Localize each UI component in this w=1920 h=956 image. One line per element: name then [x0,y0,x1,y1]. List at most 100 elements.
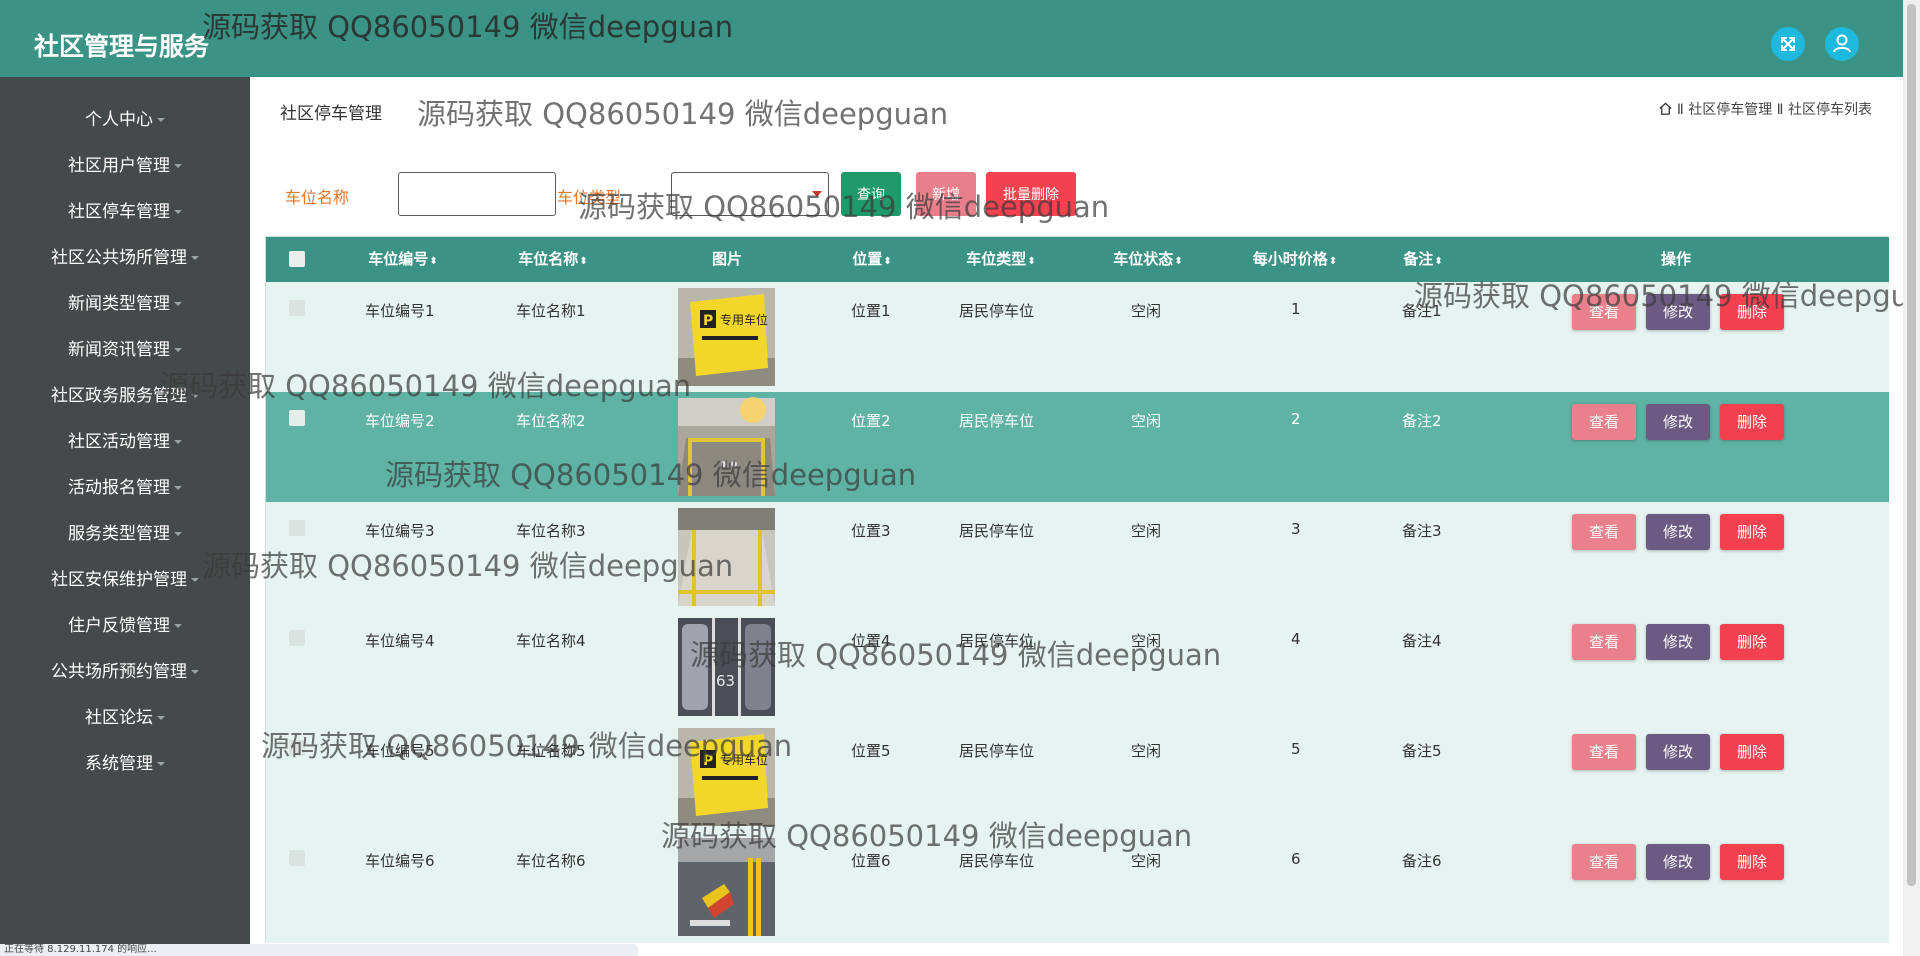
cell-note: 备注5 [1402,742,1442,760]
watermark-text: 源码获取 QQ86050149 微信deepguan [202,10,734,44]
edit-button[interactable]: 修改 [1646,624,1710,660]
home-icon[interactable] [1658,101,1673,116]
cell-status: 空闲 [1131,522,1162,540]
sort-icon: ⬍ [1027,256,1036,267]
sidebar-item-public-places[interactable]: 社区公共场所管理 [0,241,250,275]
type-label: 车位类型 [557,188,622,207]
sidebar-item-activities[interactable]: 社区活动管理 [0,425,250,459]
col-type[interactable]: 车位类型⬍ [966,237,1035,282]
view-button[interactable]: 查看 [1572,404,1636,440]
edit-button[interactable]: 修改 [1646,734,1710,770]
cell-name: 车位名称1 [516,302,586,320]
name-label: 车位名称 [285,188,350,207]
slot-number-text: 63 [716,672,735,690]
col-note[interactable]: 备注⬍ [1403,237,1442,282]
cell-type: 居民停车位 [959,742,1035,760]
view-button[interactable]: 查看 [1572,734,1636,770]
sidebar-item-feedback[interactable]: 住户反馈管理 [0,609,250,643]
cell-position: 位置2 [851,412,891,430]
row-checkbox[interactable] [289,410,305,426]
cell-position: 位置4 [851,632,891,650]
scrollbar-thumb[interactable] [1907,4,1916,886]
sidebar-item-security[interactable]: 社区安保维护管理 [0,563,250,597]
sidebar-item-system[interactable]: 系统管理 [0,747,250,781]
name-search-input[interactable] [398,172,556,216]
sidebar-item-personal-center[interactable]: 个人中心 [0,103,250,137]
query-button[interactable]: 查询 [841,172,901,216]
table-header: 车位编号⬍ 车位名称⬍ 图片 位置⬍ 车位类型⬍ 车位状态⬍ 每小时价格⬍ 备注… [266,237,1889,282]
chevron-down-icon [812,191,822,197]
edit-button[interactable]: 修改 [1646,404,1710,440]
parking-image[interactable] [678,838,775,936]
row-checkbox[interactable] [289,850,305,866]
cell-note: 备注3 [1402,522,1442,540]
parking-image[interactable]: P 专用车位 [678,728,775,826]
parking-image[interactable]: P 专用车位 [678,288,775,386]
vertical-scrollbar[interactable] [1903,0,1920,956]
sidebar-item-government-services[interactable]: 社区政务服务管理 [0,379,250,413]
fullscreen-icon[interactable] [1771,27,1805,61]
app-root: 社区管理与服务 源码获取 QQ86050149 微信deepguan 个人中心 … [0,0,1920,956]
col-status[interactable]: 车位状态⬍ [1113,237,1182,282]
parking-image[interactable]: 63 [678,618,775,716]
sidebar-item-forum[interactable]: 社区论坛 [0,701,250,735]
delete-button[interactable]: 删除 [1720,624,1784,660]
select-all-checkbox[interactable] [289,251,305,267]
breadcrumb: Ⅱ 社区停车管理 Ⅱ 社区停车列表 [1658,99,1872,119]
table-row: 车位编号6 车位名称6 位置6 居民停车位 空闲 6 备注6 查看 修改 删除 [266,832,1889,943]
table-row: 车位编号3 车位名称3 位置3 居民停车位 空闲 3 备注3 查看 修改 删除 [266,502,1889,612]
add-button[interactable]: 新增 [916,172,976,216]
row-checkbox[interactable] [289,520,305,536]
cell-position: 位置5 [851,742,891,760]
sidebar-item-users[interactable]: 社区用户管理 [0,149,250,183]
col-position[interactable]: 位置⬍ [852,237,891,282]
cell-type: 居民停车位 [959,852,1035,870]
delete-button[interactable]: 删除 [1720,734,1784,770]
sort-icon: ⬍ [1434,256,1443,267]
edit-button[interactable]: 修改 [1646,294,1710,330]
cell-note: 备注1 [1402,302,1442,320]
cell-price: 1 [1291,300,1301,318]
sort-icon: ⬍ [579,256,588,267]
view-button[interactable]: 查看 [1572,294,1636,330]
col-price[interactable]: 每小时价格⬍ [1253,237,1337,282]
cell-type: 居民停车位 [959,522,1035,540]
edit-button[interactable]: 修改 [1646,514,1710,550]
cursor-highlight [740,397,766,423]
row-checkbox[interactable] [289,630,305,646]
delete-button[interactable]: 删除 [1720,514,1784,550]
cell-code: 车位编号5 [365,742,435,760]
cell-type: 居民停车位 [959,412,1035,430]
sidebar-item-parking[interactable]: 社区停车管理 [0,195,250,229]
sidebar-item-news[interactable]: 新闻资讯管理 [0,333,250,367]
parking-table: 车位编号⬍ 车位名称⬍ 图片 位置⬍ 车位类型⬍ 车位状态⬍ 每小时价格⬍ 备注… [265,236,1889,943]
delete-button[interactable]: 删除 [1720,294,1784,330]
col-image: 图片 [711,250,743,268]
cell-price: 5 [1291,740,1301,758]
delete-button[interactable]: 删除 [1720,404,1784,440]
col-name[interactable]: 车位名称⬍ [518,237,587,282]
view-button[interactable]: 查看 [1572,624,1636,660]
batch-delete-button[interactable]: 批量删除 [986,172,1076,216]
sidebar-item-service-types[interactable]: 服务类型管理 [0,517,250,551]
parking-image[interactable] [678,508,775,606]
cell-price: 4 [1291,630,1301,648]
col-code[interactable]: 车位编号⬍ [368,237,437,282]
row-checkbox[interactable] [289,740,305,756]
top-header: 社区管理与服务 源码获取 QQ86050149 微信deepguan [0,0,1903,77]
view-button[interactable]: 查看 [1572,514,1636,550]
edit-button[interactable]: 修改 [1646,844,1710,880]
cell-status: 空闲 [1131,632,1162,650]
sort-icon: ⬍ [429,256,438,267]
user-icon[interactable] [1825,27,1859,61]
delete-button[interactable]: 删除 [1720,844,1784,880]
cell-status: 空闲 [1131,852,1162,870]
sidebar-item-reservations[interactable]: 公共场所预约管理 [0,655,250,689]
cell-code: 车位编号1 [365,302,435,320]
row-checkbox[interactable] [289,300,305,316]
sidebar-item-news-types[interactable]: 新闻类型管理 [0,287,250,321]
sidebar-item-activity-signup[interactable]: 活动报名管理 [0,471,250,505]
view-button[interactable]: 查看 [1572,844,1636,880]
type-select[interactable] [671,172,829,216]
cell-name: 车位名称6 [516,852,586,870]
